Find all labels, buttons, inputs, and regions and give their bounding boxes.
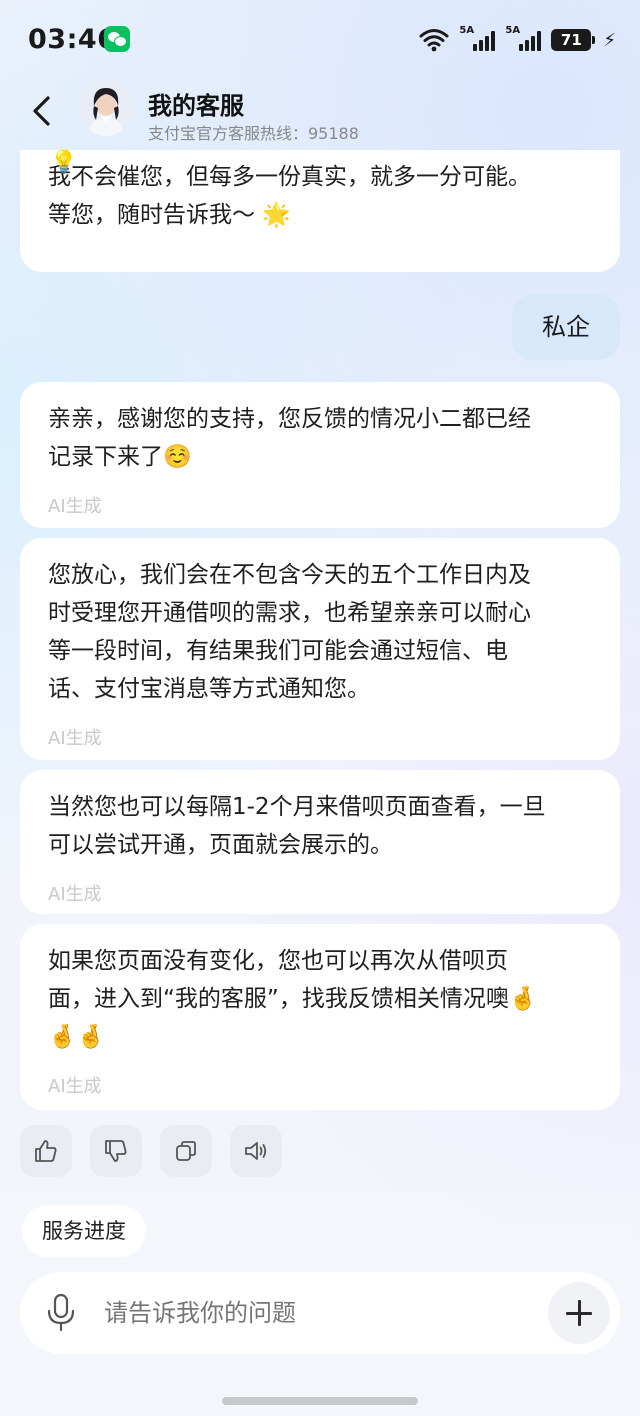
message-line: 等您，随时告诉我～ 🌟 (48, 202, 291, 228)
assistant-message: 当然您也可以每隔1-2个月来借呗页面查看，一旦 可以尝试开通，页面就会展示的。 … (20, 770, 620, 914)
microphone-icon[interactable] (44, 1292, 78, 1334)
dislike-button[interactable] (90, 1125, 142, 1177)
thumbs-up-icon (35, 1140, 57, 1162)
back-arrow-icon[interactable] (28, 94, 58, 128)
battery-icon: 71 (551, 29, 596, 51)
signal-2-label: 5A (505, 25, 521, 36)
message-line: 记录下来了☺️ (48, 444, 192, 470)
home-indicator (222, 1397, 418, 1405)
message-actions (20, 1125, 282, 1177)
lightbulb-icon: 💡 (50, 150, 78, 175)
chat-header: 我的客服 支付宝官方客服热线：95188 (0, 74, 640, 150)
read-aloud-button[interactable] (230, 1125, 282, 1177)
assistant-message: 亲亲，感谢您的支持，您反馈的情况小二都已经 记录下来了☺️ AI生成 (20, 382, 620, 528)
thumbs-down-icon (105, 1140, 127, 1162)
assistant-message: 如果您页面没有变化，您也可以再次从借呗页 面，进入到“我的客服”，找我反馈相关情… (20, 924, 620, 1110)
wifi-icon (419, 29, 449, 52)
like-button[interactable] (20, 1125, 72, 1177)
speaker-icon (245, 1142, 267, 1160)
message-line: 🤞🤞 (48, 1024, 106, 1050)
signal-1-label: 5A (459, 25, 475, 36)
message-line: 当然您也可以每隔1-2个月来借呗页面查看，一旦 (48, 794, 546, 820)
ai-generated-label: AI生成 (48, 496, 102, 517)
hotline-subtitle: 支付宝官方客服热线：95188 (148, 124, 359, 143)
charging-icon: ⚡ (603, 29, 616, 51)
ai-generated-label: AI生成 (48, 728, 102, 749)
service-progress-chip[interactable]: 服务进度 (22, 1205, 146, 1257)
message-input[interactable] (104, 1272, 524, 1354)
status-bar: 03:46 5A 5A 71 ⚡ (0, 0, 640, 80)
message-text: 如果您页面没有变化，您也可以再次从借呗页 面，进入到“我的客服”，找我反馈相关情… (48, 942, 592, 1056)
assistant-message: 您放心，我们会在不包含今天的五个工作日内及 时受理您开通借呗的需求，也希望亲亲可… (20, 538, 620, 760)
status-icons: 5A 5A 71 ⚡ (419, 25, 616, 54)
message-line: 如果您页面没有变化，您也可以再次从借呗页 (48, 948, 508, 974)
input-bar (20, 1272, 620, 1354)
message-line: 时受理您开通借呗的需求，也希望亲亲可以耐心 (48, 600, 531, 626)
wechat-notification-icon (104, 26, 130, 52)
message-line: 话、支付宝消息等方式通知您。 (48, 676, 370, 702)
message-line: 可以尝试开通，页面就会展示的。 (48, 832, 393, 858)
cell-signal-2-icon: 5A (505, 25, 542, 51)
message-text: 我不会催您，但每多一份真实，就多一分可能。 等您，随时告诉我～ 🌟 (48, 158, 592, 234)
cell-signal-1-icon: 5A (459, 25, 496, 51)
message-text: 亲亲，感谢您的支持，您反馈的情况小二都已经 记录下来了☺️ (48, 400, 592, 476)
chat-messages: 我不会催您，但每多一份真实，就多一分可能。 等您，随时告诉我～ 🌟 💡 私企 亲… (0, 150, 640, 1110)
ai-generated-label: AI生成 (48, 884, 102, 905)
message-line: 亲亲，感谢您的支持，您反馈的情况小二都已经 (48, 406, 531, 432)
assistant-message: 我不会催您，但每多一份真实，就多一分可能。 等您，随时告诉我～ 🌟 (20, 150, 620, 272)
message-text: 您放心，我们会在不包含今天的五个工作日内及 时受理您开通借呗的需求，也希望亲亲可… (48, 556, 592, 708)
agent-avatar-image (78, 80, 134, 136)
agent-avatar[interactable] (78, 80, 134, 136)
ai-generated-label: AI生成 (48, 1076, 102, 1097)
message-line: 面，进入到“我的客服”，找我反馈相关情况噢🤞 (48, 986, 538, 1012)
chat-title: 我的客服 (148, 92, 244, 120)
plus-button[interactable] (548, 1282, 610, 1344)
message-line: 我不会催您，但每多一份真实，就多一分可能。 (48, 164, 531, 190)
copy-button[interactable] (160, 1125, 212, 1177)
user-message: 私企 (512, 294, 620, 360)
copy-icon (176, 1141, 196, 1161)
message-text: 当然您也可以每隔1-2个月来借呗页面查看，一旦 可以尝试开通，页面就会展示的。 (48, 788, 592, 864)
message-line: 您放心，我们会在不包含今天的五个工作日内及 (48, 562, 531, 588)
message-line: 等一段时间，有结果我们可能会通过短信、电 (48, 638, 508, 664)
